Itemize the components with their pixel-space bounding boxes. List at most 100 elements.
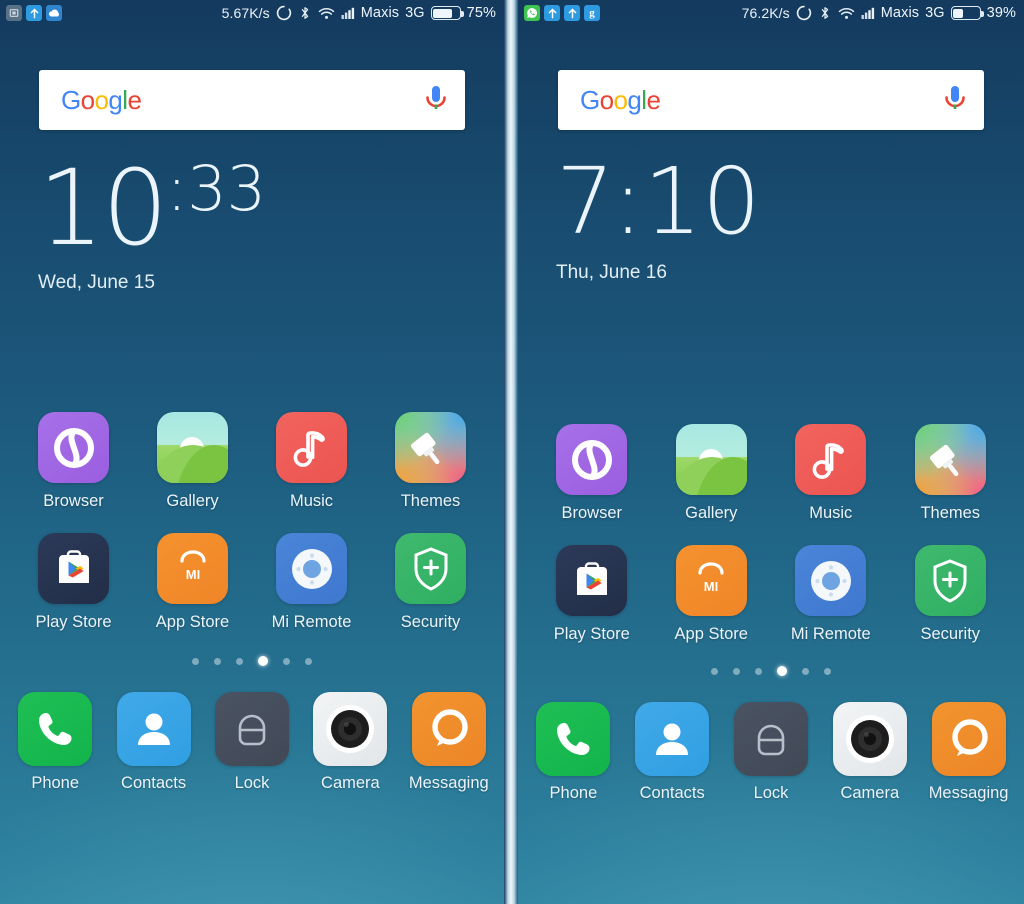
app-mi-remote[interactable]: Mi Remote [252, 533, 371, 632]
page-dot-active[interactable] [258, 656, 268, 666]
carrier-name: Maxis [880, 5, 920, 21]
app-messaging[interactable]: Messaging [400, 692, 498, 793]
google-logo-letter: e [646, 84, 661, 115]
wifi-icon [318, 6, 335, 20]
app-browser[interactable]: Browser [14, 412, 133, 511]
app-camera[interactable]: Camera [820, 702, 919, 803]
mi-remote-icon[interactable] [795, 545, 867, 616]
app-lock[interactable]: Lock [722, 702, 821, 803]
cloud-sync-icon[interactable] [46, 5, 62, 21]
page-dot[interactable] [824, 667, 831, 675]
messaging-icon[interactable] [931, 702, 1006, 776]
app-label: Browser [561, 504, 622, 522]
gallery-icon[interactable] [157, 412, 228, 483]
camera-icon[interactable] [313, 692, 388, 766]
music-icon[interactable] [276, 412, 347, 483]
google-search-widget[interactable]: Google [558, 70, 984, 130]
page-dot[interactable] [755, 667, 762, 675]
browser-icon[interactable] [38, 412, 109, 483]
app-label: Music [809, 504, 853, 522]
upload-arrow-icon[interactable] [564, 5, 580, 21]
battery-icon [950, 6, 984, 20]
screenshot-icon[interactable] [6, 5, 22, 21]
upload-arrow-icon[interactable] [26, 5, 42, 21]
page-dot[interactable] [214, 657, 221, 665]
app-security[interactable]: Security [371, 533, 490, 632]
security-icon[interactable] [914, 545, 986, 616]
gallery-icon[interactable] [675, 424, 747, 495]
app-label: Phone [31, 774, 80, 792]
app-label: Gallery [685, 504, 738, 522]
network-type: 3G [925, 5, 945, 21]
phone-icon[interactable] [18, 692, 93, 766]
app-browser[interactable]: Browser [532, 424, 652, 523]
phone-icon[interactable] [536, 702, 611, 776]
app-contacts[interactable]: Contacts [104, 692, 202, 793]
clock-hours: 7 [556, 148, 615, 255]
whatsapp-icon[interactable] [524, 5, 540, 21]
page-indicator [518, 666, 1024, 676]
page-dot[interactable] [283, 657, 290, 665]
app-contacts[interactable]: Contacts [623, 702, 722, 803]
page-dot[interactable] [305, 657, 312, 665]
contacts-icon[interactable] [635, 702, 710, 776]
app-mi-remote[interactable]: Mi Remote [771, 545, 891, 644]
page-dot[interactable] [802, 667, 809, 675]
app-grid: Browser Gallery Music Themes Play Store MI App… [0, 412, 504, 632]
page-dot-active[interactable] [777, 666, 787, 676]
app-messaging[interactable]: Messaging [919, 702, 1018, 803]
security-icon[interactable] [395, 533, 466, 604]
app-store-icon[interactable]: MI [157, 533, 228, 604]
app-app-store[interactable]: MI App Store [652, 545, 772, 644]
play-store-icon[interactable] [556, 545, 628, 616]
page-dot[interactable] [733, 667, 740, 675]
themes-icon[interactable] [914, 424, 986, 495]
themes-icon[interactable] [395, 412, 466, 483]
google-g-icon[interactable]: g [584, 5, 600, 21]
sync-circle-icon [796, 5, 812, 21]
messaging-icon[interactable] [411, 692, 486, 766]
google-search-widget[interactable]: Google [39, 70, 465, 130]
bluetooth-icon [818, 5, 832, 21]
app-gallery[interactable]: Gallery [652, 424, 772, 523]
page-dot[interactable] [711, 667, 718, 675]
clock-widget[interactable]: 7:10 Thu, June 16 [518, 156, 1024, 284]
camera-icon[interactable] [832, 702, 907, 776]
contacts-icon[interactable] [116, 692, 191, 766]
app-themes[interactable]: Themes [371, 412, 490, 511]
home-screen-left: 5.67K/s Maxis 3G 75% Go o g l e 10:33 Wed, June 15… [0, 0, 504, 904]
google-logo-letter: g [627, 84, 642, 115]
app-gallery[interactable]: Gallery [133, 412, 252, 511]
upload-arrow-icon[interactable] [544, 5, 560, 21]
lock-icon[interactable] [214, 692, 289, 766]
app-security[interactable]: Security [891, 545, 1011, 644]
microphone-icon[interactable] [942, 84, 968, 117]
microphone-icon[interactable] [423, 84, 449, 117]
lock-icon[interactable] [733, 702, 808, 776]
browser-icon[interactable] [556, 424, 628, 495]
clock-widget[interactable]: 10:33 Wed, June 15 [0, 156, 504, 294]
app-label: Play Store [553, 625, 630, 643]
app-store-icon[interactable]: MI [675, 545, 747, 616]
svg-text:MI: MI [185, 567, 199, 582]
app-play-store[interactable]: Play Store [14, 533, 133, 632]
app-lock[interactable]: Lock [203, 692, 301, 793]
mi-remote-icon[interactable] [276, 533, 347, 604]
battery-icon [430, 6, 464, 20]
app-music[interactable]: Music [252, 412, 371, 511]
app-music[interactable]: Music [771, 424, 891, 523]
page-dot[interactable] [192, 657, 199, 665]
notification-icons: g [524, 5, 600, 21]
music-icon[interactable] [795, 424, 867, 495]
app-phone[interactable]: Phone [524, 702, 623, 803]
app-phone[interactable]: Phone [6, 692, 104, 793]
app-themes[interactable]: Themes [891, 424, 1011, 523]
google-logo-letter: G [580, 84, 600, 115]
cellular-signal-icon [861, 6, 875, 20]
app-play-store[interactable]: Play Store [532, 545, 652, 644]
app-camera[interactable]: Camera [301, 692, 399, 793]
play-store-icon[interactable] [38, 533, 109, 604]
page-dot[interactable] [236, 657, 243, 665]
app-app-store[interactable]: MI App Store [133, 533, 252, 632]
clock-date: Thu, June 16 [556, 262, 667, 283]
